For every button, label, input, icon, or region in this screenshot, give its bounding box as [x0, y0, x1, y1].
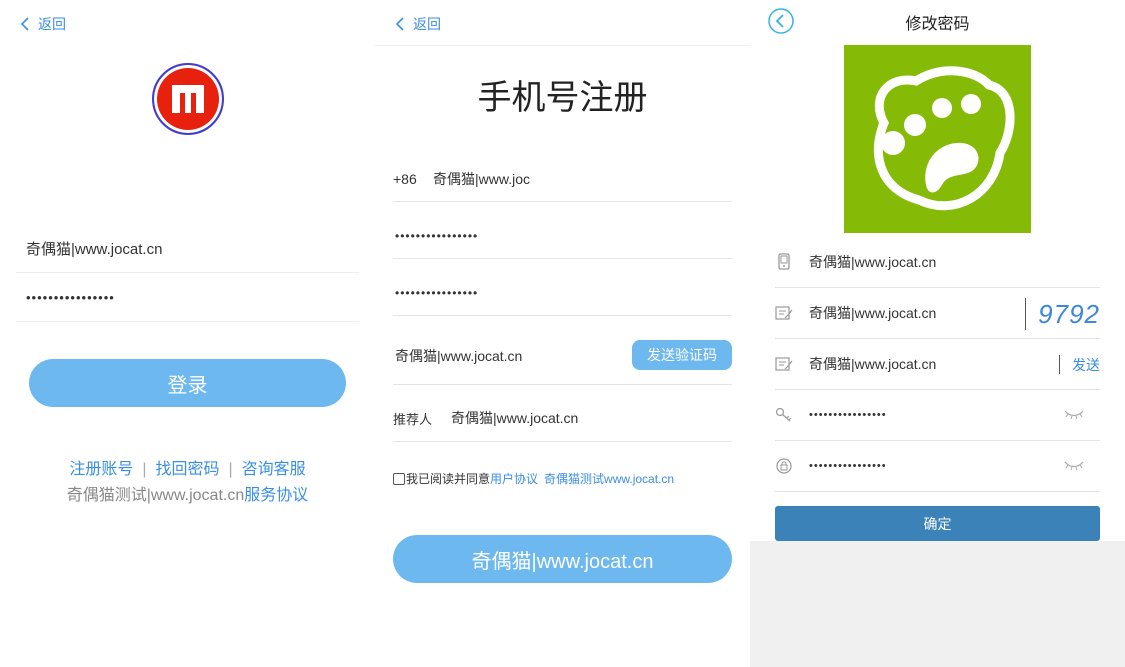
edit-icon — [775, 357, 793, 371]
app-logo — [152, 63, 224, 135]
link-separator: | — [228, 461, 233, 478]
back-button[interactable]: 返回 — [395, 14, 441, 34]
confirm-password-value: •••••••••••••••• — [395, 285, 479, 300]
back-label: 返回 — [413, 16, 441, 32]
password-value: •••••••••••••••• — [26, 290, 115, 305]
agreement-line: 奇偶猫测试|www.jocat.cn服务协议 — [0, 481, 375, 505]
phone-value: 奇偶猫|www.joc — [433, 170, 530, 187]
confirm-password-field[interactable]: •••••••••••••••• — [775, 441, 1100, 492]
back-button[interactable]: 返回 — [20, 14, 66, 34]
login-button[interactable]: 登录 — [29, 359, 346, 407]
back-label: 返回 — [38, 16, 66, 32]
captcha-field[interactable]: 奇偶猫|www.jocat.cn 9792 — [775, 288, 1100, 339]
link-separator: | — [142, 461, 147, 478]
phone-value: 奇偶猫|www.jocat.cn — [809, 254, 937, 270]
referrer-value: 奇偶猫|www.jocat.cn — [451, 410, 579, 426]
key-icon — [775, 407, 792, 422]
agreement-prefix: 奇偶猫测试|www.jocat.cn — [66, 487, 245, 504]
register-button[interactable]: 奇偶猫|www.jocat.cn — [393, 535, 732, 583]
verification-code-field[interactable]: 奇偶猫|www.jocat.cn 发送验证码 — [393, 327, 732, 385]
new-password-value: •••••••••••••••• — [809, 409, 887, 421]
user-agreement-link[interactable]: 用户协议 — [490, 470, 538, 487]
page-title: 手机号注册 — [477, 79, 648, 117]
password-value: •••••••••••••••• — [395, 228, 479, 243]
header-divider — [375, 45, 750, 46]
username-field[interactable]: 奇偶猫|www.jocat.cn — [16, 225, 359, 273]
confirm-password-value: •••••••••••••••• — [809, 460, 887, 472]
sms-code-field[interactable]: 奇偶猫|www.jocat.cn 发送 — [775, 339, 1100, 390]
captcha-input-value: 奇偶猫|www.jocat.cn — [809, 305, 937, 321]
password-field[interactable]: •••••••••••••••• — [16, 274, 359, 322]
password-field[interactable]: •••••••••••••••• — [393, 213, 732, 259]
send-code-button[interactable]: 发送验证码 — [632, 340, 732, 370]
login-panel: 返回 奇偶猫|www.jocat.cn •••••••••••••••• 登录 … — [0, 0, 375, 667]
support-link[interactable]: 咨询客服 — [242, 461, 306, 478]
agreement-row: 我已阅读并同意 用户协议 奇偶猫测试www.jocat.cn — [393, 470, 674, 487]
eye-closed-icon[interactable] — [1064, 459, 1084, 471]
agree-text: 我已阅读并同意 — [406, 472, 491, 486]
account-links: 注册账号 | 找回密码 | 咨询客服 — [0, 455, 375, 479]
agree-checkbox[interactable] — [393, 472, 405, 485]
referrer-label: 推荐人 — [393, 411, 433, 427]
username-value: 奇偶猫|www.jocat.cn — [26, 241, 163, 258]
background-area — [750, 541, 1125, 667]
lock-refresh-icon — [776, 458, 792, 474]
phone-field[interactable]: 奇偶猫|www.jocat.cn — [775, 237, 1100, 288]
phone-field[interactable]: +86 奇偶猫|www.joc — [393, 156, 732, 202]
sms-code-value: 奇偶猫|www.jocat.cn — [809, 356, 937, 372]
send-sms-button[interactable]: 发送 — [1059, 355, 1100, 374]
phone-icon — [778, 253, 790, 270]
country-code: +86 — [393, 170, 417, 187]
service-agreement-link[interactable]: 服务协议 — [244, 487, 308, 504]
edit-icon — [775, 306, 793, 320]
m-logo-icon — [172, 85, 204, 113]
test-agreement-link[interactable]: 奇偶猫测试www.jocat.cn — [544, 470, 674, 487]
register-link[interactable]: 注册账号 — [69, 461, 133, 478]
chevron-left-icon — [20, 17, 29, 31]
forgot-password-link[interactable]: 找回密码 — [155, 461, 219, 478]
paw-icon — [873, 66, 1015, 211]
chevron-left-icon — [395, 17, 404, 31]
new-password-field[interactable]: •••••••••••••••• — [775, 390, 1100, 441]
register-panel: 返回 手机号注册 +86 奇偶猫|www.joc •••••••••••••••… — [375, 0, 750, 667]
referrer-field[interactable]: 推荐人 奇偶猫|www.jocat.cn — [393, 395, 732, 442]
verification-code-value: 奇偶猫|www.jocat.cn — [395, 347, 523, 364]
captcha-image[interactable]: 9792 — [1025, 298, 1100, 330]
eye-closed-icon[interactable] — [1064, 408, 1084, 420]
app-icon — [844, 45, 1031, 233]
confirm-password-field[interactable]: •••••••••••••••• — [393, 270, 732, 316]
page-title: 修改密码 — [905, 16, 970, 33]
change-password-panel: 修改密码 奇偶猫|www.jocat.cn 奇偶猫|www.jocat.cn 9… — [750, 0, 1125, 667]
confirm-button[interactable]: 确定 — [775, 506, 1100, 541]
